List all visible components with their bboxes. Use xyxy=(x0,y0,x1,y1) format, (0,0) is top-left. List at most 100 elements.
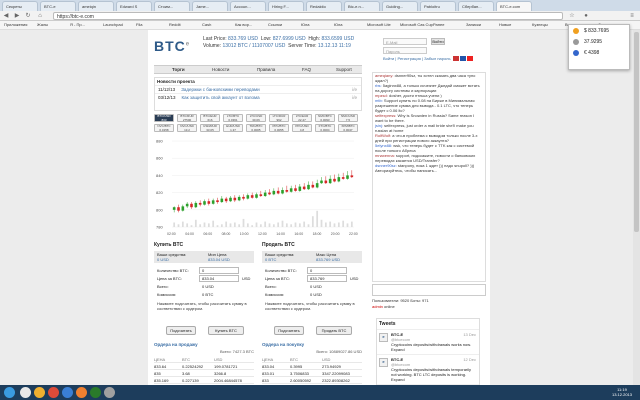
pair-ppc-usd[interactable]: PPC/USD 4.8 xyxy=(292,124,312,132)
login-button[interactable]: Войти xyxy=(431,38,445,45)
browser-tab[interactable]: Accoun... xyxy=(230,1,266,11)
pair-usd-rur[interactable]: USD/RUR 33.05 xyxy=(200,124,220,132)
browser-tab[interactable]: BTC-e.com xyxy=(496,1,532,11)
buy-calc-button[interactable]: Подсчитать xyxy=(166,326,196,335)
pair-ppc-btc[interactable]: PPC/BTC 0.0055 xyxy=(269,124,289,132)
order-row[interactable]: 833.01 3.7506833 3347.22099083 xyxy=(262,370,362,377)
browser-tab[interactable]: Redaktio xyxy=(306,1,342,11)
pair-eur-usd[interactable]: EUR/USD 1.37 xyxy=(223,124,243,132)
pair-ltc-usd[interactable]: LTC/USD 30.06 xyxy=(246,114,266,122)
bookmark[interactable]: Cash xyxy=(202,22,211,27)
address-bar[interactable]: https://btc-e.com xyxy=(53,12,563,20)
language-flags[interactable] xyxy=(453,56,481,62)
bookmark[interactable]: Ранее xyxy=(433,22,444,27)
pair-ftc-btc[interactable]: FTC/BTC 0.0004 xyxy=(315,124,335,132)
sell-calc-button[interactable]: Подсчитать xyxy=(274,326,304,335)
order-cell: 2.60050592 xyxy=(290,378,312,383)
email-field[interactable]: E-Mail xyxy=(383,38,427,45)
bookmark[interactable]: Launchpad xyxy=(103,22,123,27)
bookmark[interactable]: Жалы xyxy=(37,22,48,27)
browser-tab[interactable]: Btc-e.n... xyxy=(344,1,380,11)
bookmark[interactable]: Записки xyxy=(466,22,481,27)
bookmark[interactable]: Приложения xyxy=(4,22,27,27)
chrome-icon[interactable] xyxy=(48,387,59,398)
order-row[interactable]: 833 2.60050592 2322.89308262 xyxy=(262,377,362,384)
pair-trc-btc[interactable]: TRC/BTC 0.0005 xyxy=(246,124,266,132)
buy-price-input[interactable]: 833.04 xyxy=(199,275,239,282)
tweet[interactable]: e BTC-E @btcecom 13 Dec Cryptocoins deposits… xyxy=(377,330,479,355)
bookmark[interactable]: Кузнецы xyxy=(532,22,548,27)
order-row[interactable]: 833.64 0.22524292 199.0781721 xyxy=(154,363,254,370)
pair-price: 0.0004 xyxy=(320,127,330,132)
order-row[interactable]: 835 3.68 3266.8 xyxy=(154,370,254,377)
password-field[interactable]: Пароль xyxy=(383,47,427,54)
app-icon[interactable] xyxy=(104,387,115,398)
bookmark[interactable]: Ссылки xyxy=(268,22,282,27)
app-icon[interactable] xyxy=(90,387,101,398)
bookmark[interactable]: Microsoft Cas Cup xyxy=(400,22,433,27)
browser-tab[interactable]: Стоим... xyxy=(154,1,190,11)
sell-amount-input[interactable]: 0 xyxy=(307,267,347,274)
tweet[interactable]: e BTC-E @btcecom 12 Dec Cryptocoins deposits… xyxy=(377,355,479,385)
back-icon[interactable]: ◀ xyxy=(2,12,10,20)
volume-bar xyxy=(194,219,197,227)
browser-tab[interactable]: Секреты xyxy=(2,1,38,11)
skype-icon[interactable] xyxy=(62,387,73,398)
browser-tab[interactable]: Hiring F... xyxy=(268,1,304,11)
chat-input[interactable] xyxy=(372,284,486,296)
menu-faq[interactable]: FAQ xyxy=(302,67,311,72)
pair-ltc-btc[interactable]: LTC/BTC 0.0361 xyxy=(223,114,243,122)
buy-amount-input[interactable]: 0 xyxy=(199,267,239,274)
bookmark[interactable]: Reddit xyxy=(169,22,181,27)
extension-icon[interactable]: ● xyxy=(582,12,590,20)
bookmark[interactable]: Как вор... xyxy=(235,22,252,27)
volume-bar xyxy=(186,223,189,227)
auth-links[interactable]: Войти | Регистрация | Забыл пароль xyxy=(383,56,451,61)
browser-tab[interactable]: Jame... xyxy=(192,1,228,11)
menu-trade[interactable]: Торги xyxy=(172,67,185,72)
menu-support[interactable]: Support xyxy=(336,67,352,72)
news-item[interactable]: 03/12/13 Как защитить свой аккаунт от взл… xyxy=(155,93,361,101)
reload-icon[interactable]: ↻ xyxy=(24,12,32,20)
bookmark[interactable]: Я - Пр... xyxy=(70,22,85,27)
browser-tab[interactable]: Edward S xyxy=(116,1,152,11)
explorer-icon[interactable] xyxy=(20,387,31,398)
logo[interactable]: BTCe xyxy=(154,38,190,54)
home-icon[interactable]: ⌂ xyxy=(36,12,44,20)
menu-icon[interactable]: ≡ xyxy=(628,12,636,20)
start-icon[interactable] xyxy=(4,387,15,398)
menu-rules[interactable]: Правила xyxy=(257,67,275,72)
pair-ltc-rur[interactable]: LTC/RUR 992 xyxy=(269,114,289,122)
app-icon[interactable] xyxy=(76,387,87,398)
star-icon[interactable]: ☆ xyxy=(568,12,576,20)
browser-tab[interactable]: Сбербан... xyxy=(458,1,494,11)
sell-price-input[interactable]: 833.769 xyxy=(307,275,347,282)
browser-tab[interactable]: Guiding... xyxy=(382,1,418,11)
menu-news[interactable]: Новости xyxy=(212,67,229,72)
pair-nvc-btc[interactable]: NVC/BTC 0.0158 xyxy=(154,124,174,132)
pair-btc-rur[interactable]: BTC/RUR 27500 xyxy=(177,114,197,122)
folder-icon[interactable] xyxy=(34,387,45,398)
pair-xpm-btc[interactable]: XPM/BTC 0.0047 xyxy=(338,124,358,132)
buy-button[interactable]: Купить BTC xyxy=(208,326,244,335)
news-item[interactable]: 11/12/13 Задержки с банковскими переводам… xyxy=(155,85,361,93)
forward-icon[interactable]: ▶ xyxy=(13,12,21,20)
pair-nvc-usd[interactable]: NVC/USD 13.2 xyxy=(177,124,197,132)
bookmark[interactable]: Юла xyxy=(334,22,342,27)
pair-nmc-usd[interactable]: NMC/USD 7.5 xyxy=(338,114,358,122)
page-scrollbar[interactable] xyxy=(633,30,640,385)
order-row[interactable]: 835.169 0.227139 2004.46844578 xyxy=(154,377,254,384)
bookmark[interactable]: Fila xyxy=(136,22,142,27)
bookmark[interactable]: Microsoft Lite xyxy=(367,22,391,27)
browser-tab[interactable]: ameiqin xyxy=(78,1,114,11)
bookmark[interactable]: Новые xyxy=(499,22,511,27)
sell-button[interactable]: Продать BTC xyxy=(316,326,352,335)
bookmark[interactable]: Юла xyxy=(301,22,309,27)
order-row[interactable]: 833.04 0.3995 273.94929 xyxy=(262,363,362,370)
browser-tab[interactable]: BTC-e xyxy=(40,1,76,11)
pair-ltc-eur[interactable]: LTC/EUR 22.47 xyxy=(292,114,312,122)
browser-tab[interactable]: Pabloitru xyxy=(420,1,456,11)
pair-btc-usd[interactable]: BTC/USD 833 xyxy=(154,114,174,122)
pair-nmc-btc[interactable]: NMC/BTC 0.0093 xyxy=(315,114,335,122)
pair-btc-eur[interactable]: BTC/EUR 616 xyxy=(200,114,220,122)
